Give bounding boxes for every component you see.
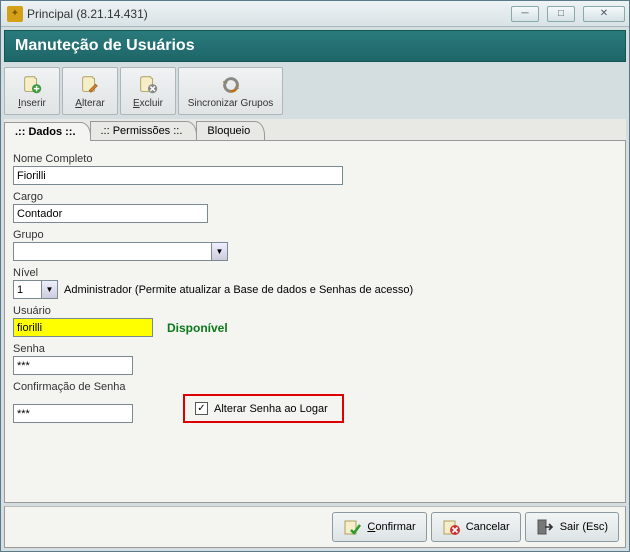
grupo-combo[interactable]: ▼ [13, 242, 228, 261]
inserir-button[interactable]: Inserir [4, 67, 60, 115]
confirmar-label: Confirmar [367, 521, 415, 533]
sair-label: Sair (Esc) [560, 521, 608, 533]
close-button[interactable]: ✕ [583, 6, 625, 22]
checkmark-icon: ✓ [197, 403, 205, 414]
nome-label: Nome Completo [13, 153, 617, 165]
inserir-label: Inserir [18, 98, 46, 109]
alterar-button[interactable]: Alterar [62, 67, 118, 115]
app-icon: ✦ [7, 6, 23, 22]
grupo-field[interactable] [13, 242, 211, 261]
nivel-combo[interactable]: ▼ [13, 280, 58, 299]
senha-label: Senha [13, 343, 617, 355]
edit-icon [78, 74, 102, 96]
cargo-field[interactable] [13, 204, 208, 223]
footer-bar: Confirmar Cancelar Sair (Esc) [4, 506, 626, 548]
chevron-down-icon[interactable]: ▼ [211, 242, 228, 261]
titlebar: ✦ Principal (8.21.14.431) ─ □ ✕ [1, 1, 629, 27]
grupo-label: Grupo [13, 229, 617, 241]
sync-label: Sincronizar Grupos [188, 98, 274, 109]
sincronizar-button[interactable]: Sincronizar Grupos [178, 67, 283, 115]
nome-field[interactable] [13, 166, 343, 185]
cancelar-button[interactable]: Cancelar [431, 512, 521, 542]
alterar-senha-label: Alterar Senha ao Logar [214, 403, 328, 415]
confirmar-button[interactable]: Confirmar [332, 512, 426, 542]
alterar-label: Alterar [75, 98, 104, 109]
highlight-box: ✓ Alterar Senha ao Logar [183, 394, 344, 423]
confirm-icon [343, 518, 361, 536]
cancelar-label: Cancelar [466, 521, 510, 533]
cancel-icon [442, 518, 460, 536]
minimize-button[interactable]: ─ [511, 6, 539, 22]
tabs: .:: Dados ::. .:: Permissões ::. Bloquei… [4, 119, 626, 141]
tab-bloqueio[interactable]: Bloqueio [196, 121, 265, 140]
maximize-button[interactable]: □ [547, 6, 575, 22]
toolbar: Inserir Alterar Excluir Sincronizar Grup… [4, 65, 626, 117]
sync-icon [219, 74, 243, 96]
form-panel: Nome Completo Cargo Grupo ▼ Nível ▼ Admi… [4, 141, 626, 503]
usuario-label: Usuário [13, 305, 617, 317]
alterar-senha-checkbox[interactable]: ✓ [195, 402, 208, 415]
insert-icon [20, 74, 44, 96]
sair-button[interactable]: Sair (Esc) [525, 512, 619, 542]
window-title: Principal (8.21.14.431) [27, 7, 507, 21]
delete-icon [136, 74, 160, 96]
window-controls: ─ □ ✕ [507, 1, 629, 26]
excluir-button[interactable]: Excluir [120, 67, 176, 115]
nivel-field[interactable] [13, 280, 41, 299]
chevron-down-icon[interactable]: ▼ [41, 280, 58, 299]
exit-icon [536, 518, 554, 536]
excluir-label: Excluir [133, 98, 163, 109]
application-window: ✦ Principal (8.21.14.431) ─ □ ✕ Manuteçã… [0, 0, 630, 552]
usuario-field[interactable] [13, 318, 153, 337]
conf-senha-label: Confirmação de Senha [13, 381, 617, 393]
tab-dados[interactable]: .:: Dados ::. [4, 122, 91, 141]
section-title: Manuteção de Usuários [4, 30, 626, 62]
nivel-description: Administrador (Permite atualizar a Base … [64, 284, 413, 296]
senha-field[interactable] [13, 356, 133, 375]
cargo-label: Cargo [13, 191, 617, 203]
tab-permissoes[interactable]: .:: Permissões ::. [90, 121, 198, 140]
nivel-label: Nível [13, 267, 617, 279]
conf-senha-field[interactable] [13, 404, 133, 423]
disponivel-label: Disponível [167, 321, 228, 335]
